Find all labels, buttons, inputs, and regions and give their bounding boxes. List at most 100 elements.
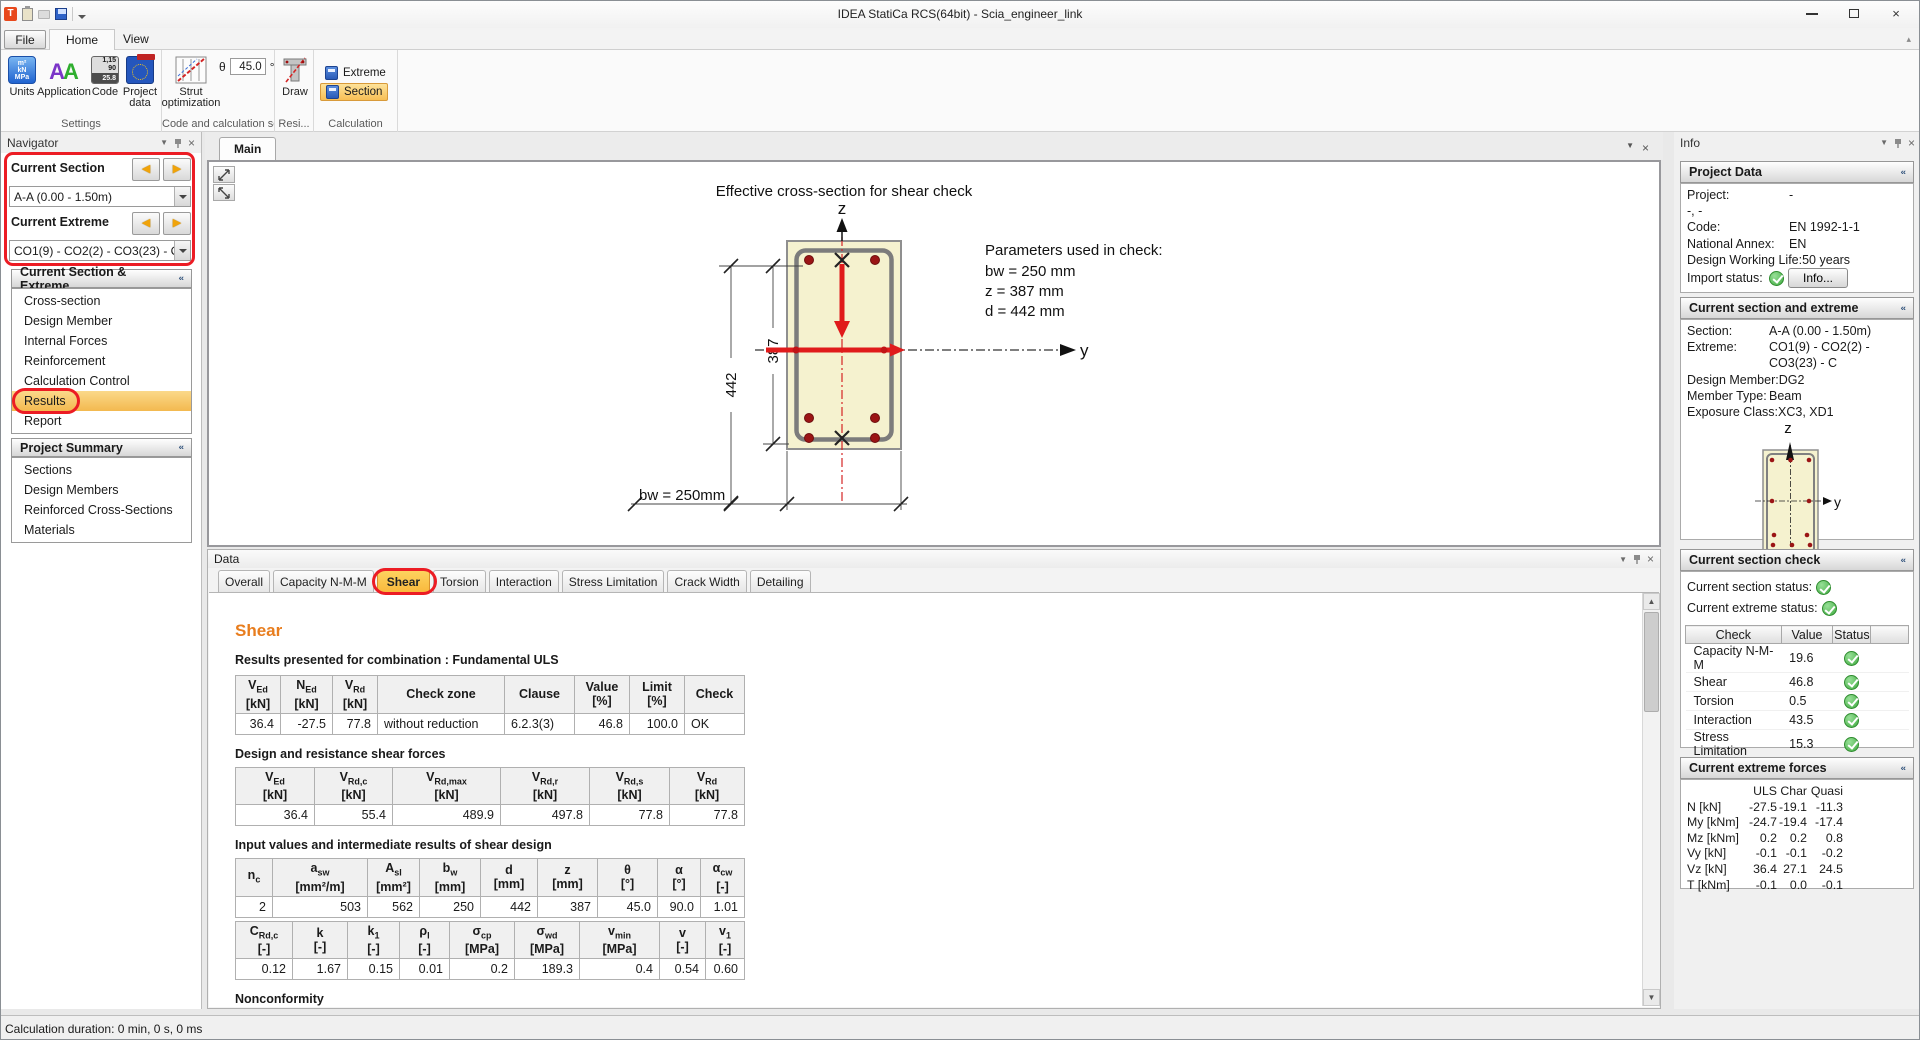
nav-item-report[interactable]: Report (12, 411, 191, 431)
minimize-button[interactable] (1791, 1, 1833, 26)
forces-value: -0.1 (1777, 846, 1807, 862)
scrollbar-thumb[interactable] (1644, 612, 1659, 712)
cross-section-drawing: Effective cross-section for shear check … (209, 162, 1659, 545)
collapse-icon[interactable]: « (1900, 764, 1905, 773)
ribbon-group-label: Calculation (314, 118, 397, 130)
check-ok-icon (1844, 675, 1859, 690)
panel-menu-icon[interactable]: ▼ (1619, 555, 1627, 564)
result-tab-torsion[interactable]: Torsion (433, 570, 486, 592)
section-button[interactable]: Section (320, 83, 388, 101)
extreme-button[interactable]: Extreme (320, 64, 391, 82)
check-row-capacity-n-m-m: Capacity N-M-M19.6 (1686, 644, 1909, 673)
units-button[interactable]: m²kNMPa Units (5, 56, 39, 98)
previous-extreme-button[interactable]: ◀ (132, 212, 160, 235)
close-panel-icon[interactable]: × (1647, 552, 1654, 566)
save-icon[interactable] (55, 8, 67, 20)
collapse-icon[interactable]: « (1900, 168, 1905, 177)
extreme-forces-header[interactable]: Current extreme forces« (1680, 757, 1914, 779)
ribbon-collapse-icon[interactable]: ▴ (1906, 34, 1911, 45)
forces-value: -19.4 (1777, 815, 1807, 831)
combination-note: Results presented for combination : Fund… (235, 653, 1659, 667)
pin-icon[interactable] (1633, 554, 1641, 564)
section-status-label: Current section status: (1687, 577, 1812, 598)
result-tab-shear[interactable]: Shear (377, 570, 430, 592)
nav-group-project-summary[interactable]: Project Summary« (11, 438, 192, 457)
maximize-button[interactable] (1833, 1, 1875, 26)
code-button[interactable]: 1,159025.8 Code (89, 56, 121, 98)
close-button[interactable]: × (1875, 1, 1917, 26)
nav-item-design-members[interactable]: Design Members (12, 480, 191, 500)
next-section-button[interactable]: ▶ (163, 158, 191, 181)
result-tab-capacity-n-m-m[interactable]: Capacity N-M-M (273, 570, 374, 592)
panel-menu-icon[interactable]: ▼ (160, 138, 168, 147)
collapse-icon[interactable]: « (1900, 556, 1905, 565)
nav-item-reinforcement[interactable]: Reinforcement (12, 351, 191, 371)
forces-value: -0.2 (1807, 846, 1843, 862)
result-tab-interaction[interactable]: Interaction (489, 570, 559, 592)
info-value: XC3, XD1 (1778, 404, 1834, 420)
section-extreme-header[interactable]: Current section and extreme« (1680, 297, 1914, 319)
previous-section-button[interactable]: ◀ (132, 158, 160, 181)
collapse-icon[interactable]: « (1900, 304, 1905, 313)
shear-results-content: Shear Results presented for combination … (209, 592, 1659, 1007)
theta-angle-input[interactable]: 45.0 (230, 58, 266, 75)
next-extreme-button[interactable]: ▶ (163, 212, 191, 235)
chevron-down-icon[interactable] (174, 241, 190, 260)
result-tab-detailing[interactable]: Detailing (750, 570, 811, 592)
draw-button[interactable]: Draw (279, 56, 311, 98)
tab-home[interactable]: Home (49, 29, 115, 50)
close-view-icon[interactable]: × (1642, 141, 1649, 155)
shear-forces-table: VEd[kN]VRd,c[kN]VRd,max[kN]VRd,r[kN]VRd,… (235, 767, 745, 827)
nav-item-results[interactable]: Results (12, 391, 191, 411)
result-tab-crack-width[interactable]: Crack Width (667, 570, 746, 592)
current-extreme-select[interactable]: CO1(9) - CO2(2) - CO3(23) - CO (9, 240, 191, 261)
current-section-select[interactable]: A-A (0.00 - 1.50m) (9, 186, 191, 207)
nav-item-sections[interactable]: Sections (12, 460, 191, 480)
extreme-calc-icon (325, 66, 338, 80)
nav-group-section-extreme[interactable]: Current Section & Extreme« (11, 269, 192, 288)
scroll-down-icon[interactable]: ▼ (1643, 989, 1660, 1006)
section-check-header[interactable]: Current section check« (1680, 549, 1914, 571)
maximize-icon (1849, 9, 1859, 18)
forces-row-label: T [kNm] (1687, 878, 1745, 894)
collapse-icon[interactable]: « (178, 443, 183, 452)
pin-icon[interactable] (1894, 138, 1902, 148)
close-panel-icon[interactable]: × (188, 136, 195, 150)
application-button[interactable]: AA Application (39, 56, 89, 98)
toolbar-options-icon[interactable] (78, 15, 86, 19)
chevron-down-icon[interactable] (174, 187, 190, 206)
close-panel-icon[interactable]: × (1908, 136, 1915, 150)
nav-item-internal-forces[interactable]: Internal Forces (12, 331, 191, 351)
result-tab-stress-limitation[interactable]: Stress Limitation (562, 570, 665, 592)
tab-main[interactable]: Main (219, 137, 276, 160)
forces-value: 24.5 (1807, 862, 1843, 878)
scroll-up-icon[interactable]: ▲ (1643, 593, 1660, 610)
nav-item-cross-section[interactable]: Cross-section (12, 291, 191, 311)
nav-item-calculation-control[interactable]: Calculation Control (12, 371, 191, 391)
open-icon[interactable] (38, 10, 50, 19)
project-data-box: Project:--, -Code:EN 1992-1-1National An… (1680, 183, 1914, 293)
nav-item-design-member[interactable]: Design Member (12, 311, 191, 331)
info-panel: Info ▼ × Project Data« Project:--, -Code… (1674, 132, 1920, 1009)
project-data-header[interactable]: Project Data« (1680, 161, 1914, 183)
panel-menu-icon[interactable]: ▼ (1626, 141, 1634, 155)
zoom-fit-button[interactable] (213, 166, 235, 183)
panel-menu-icon[interactable]: ▼ (1880, 138, 1888, 147)
import-info-button[interactable]: Info... (1788, 268, 1848, 288)
vertical-scrollbar[interactable]: ▲ ▼ (1642, 593, 1659, 1006)
collapse-icon[interactable]: « (178, 274, 183, 283)
info-value: EN (1789, 236, 1806, 252)
project-data-button[interactable]: Project data (120, 56, 160, 109)
zoom-extents-button[interactable] (213, 184, 235, 201)
file-menu-button[interactable]: File (4, 30, 46, 49)
nav-item-reinforced-cross-sections[interactable]: Reinforced Cross-Sections (12, 500, 191, 520)
mini-section-drawing: z y (1753, 420, 1843, 570)
strut-optimization-button[interactable]: Strut optimization (165, 56, 217, 109)
pin-icon[interactable] (174, 138, 182, 148)
paste-icon[interactable] (22, 8, 33, 21)
parameters-title: Parameters used in check: (985, 242, 1163, 259)
nav-item-materials[interactable]: Materials (12, 520, 191, 540)
result-tab-overall[interactable]: Overall (218, 570, 270, 592)
tab-view[interactable]: View (107, 29, 165, 50)
current-extreme-label: Current Extreme (11, 215, 109, 229)
